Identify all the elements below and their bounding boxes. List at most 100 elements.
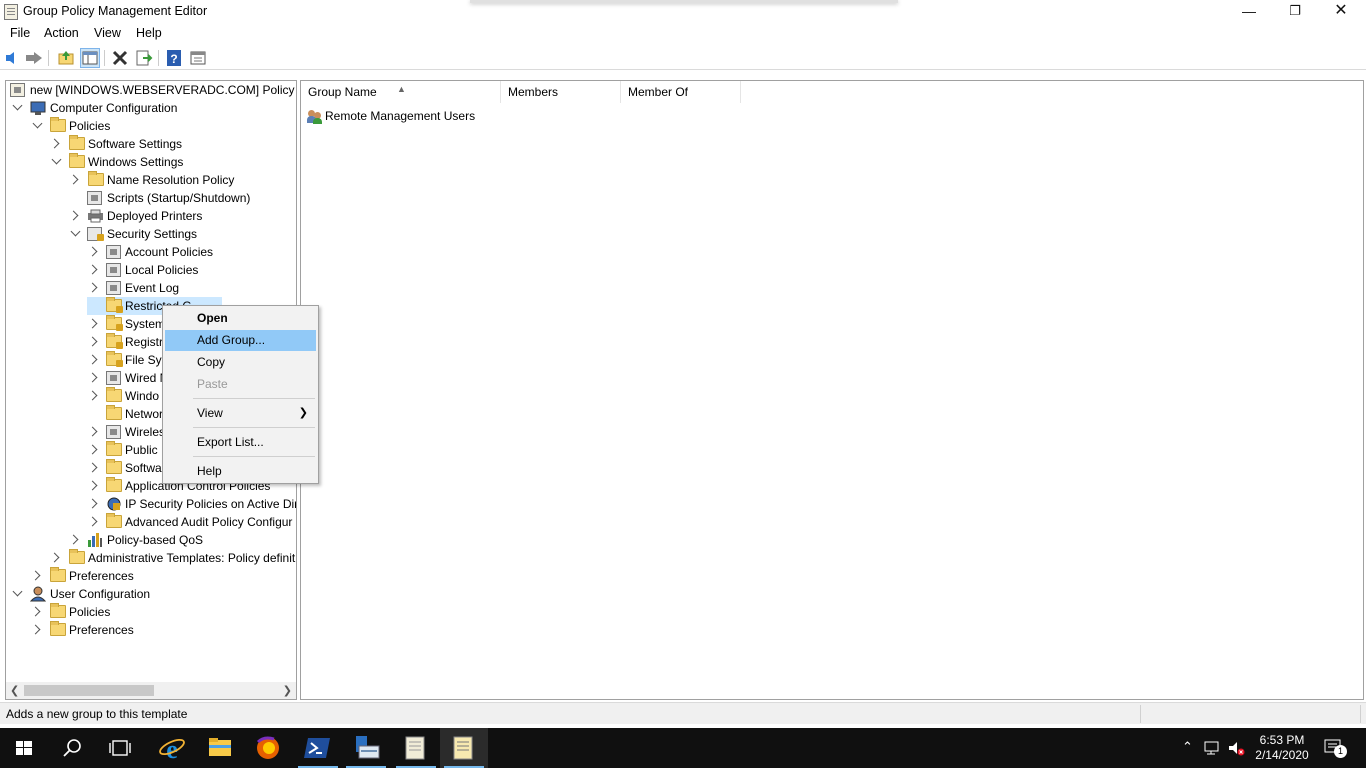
column-header-group-name[interactable]: ▲ Group Name (301, 81, 501, 103)
menu-item-copy[interactable]: Copy (165, 352, 316, 373)
tree-label: IP Security Policies on Active Dir (125, 497, 297, 511)
scroll-left-icon[interactable]: ❮ (10, 684, 19, 697)
chevron-right-icon[interactable] (87, 426, 98, 437)
volume-muted-icon[interactable] (1227, 739, 1245, 760)
chevron-right-icon[interactable] (87, 336, 98, 347)
chevron-right-icon[interactable] (68, 174, 79, 185)
horizontal-scrollbar[interactable]: ❮ ❯ (6, 682, 296, 699)
tree-label: Event Log (125, 281, 180, 295)
close-button[interactable]: ✕ (1318, 0, 1364, 24)
chevron-right-icon[interactable] (68, 534, 79, 545)
server-manager-icon[interactable] (342, 728, 390, 768)
column-label: Group Name (308, 85, 377, 99)
chevron-right-icon[interactable] (87, 246, 98, 257)
chevron-right-icon[interactable] (49, 138, 60, 149)
chevron-down-icon[interactable] (32, 118, 43, 129)
firefox-icon[interactable] (244, 728, 292, 768)
folder-icon (88, 171, 104, 186)
chevron-down-icon[interactable] (12, 586, 23, 597)
chevron-right-icon[interactable] (87, 516, 98, 527)
chevron-right-icon[interactable] (68, 210, 79, 221)
menu-help[interactable]: Help (136, 26, 162, 40)
clock-time: 6:53 PM (1259, 733, 1305, 747)
app-icon (4, 4, 18, 20)
tree-label: new [WINDOWS.WEBSERVERADC.COM] Policy (30, 83, 295, 97)
menu-view[interactable]: View (94, 26, 121, 40)
tree-label: Policies (69, 605, 111, 619)
menu-item-add-group[interactable]: Add Group... (165, 330, 316, 351)
chevron-right-icon[interactable] (87, 264, 98, 275)
tree-label: System (125, 317, 166, 331)
tree-label: Computer Configuration (50, 101, 178, 115)
locked-folder-icon (106, 297, 123, 313)
menu-file[interactable]: File (10, 26, 30, 40)
chevron-right-icon[interactable] (87, 462, 98, 473)
details-pane[interactable]: ▲ Group Name Members Member Of Remote Ma… (300, 80, 1364, 700)
menu-item-label: View (197, 406, 223, 420)
chevron-right-icon[interactable] (87, 372, 98, 383)
security-settings-icon (87, 227, 104, 241)
scripts-icon (87, 191, 102, 205)
column-header-members[interactable]: Members (501, 81, 621, 103)
menu-item-export-list[interactable]: Export List... (165, 432, 316, 453)
chevron-right-icon[interactable] (30, 606, 41, 617)
chevron-right-icon[interactable] (87, 390, 98, 401)
up-folder-icon[interactable] (56, 48, 76, 68)
scroll-right-icon[interactable]: ❯ (283, 684, 292, 697)
show-hide-tree-icon[interactable] (80, 48, 100, 68)
chevron-down-icon[interactable] (51, 154, 62, 165)
internet-explorer-icon[interactable]: e (148, 728, 196, 768)
restore-button[interactable]: ❐ (1272, 0, 1318, 24)
folder-icon (69, 153, 85, 168)
scrollbar-thumb[interactable] (24, 685, 154, 696)
back-icon[interactable] (4, 48, 24, 68)
tree-label: Windo (125, 389, 160, 403)
menu-item-view[interactable]: View ❯ (165, 403, 316, 424)
context-menu: Open Add Group... Copy Paste View ❯ Expo… (162, 305, 319, 484)
network-icon[interactable] (1203, 739, 1221, 760)
chevron-right-icon[interactable] (30, 570, 41, 581)
properties-icon[interactable] (188, 48, 208, 68)
policy-icon (106, 245, 121, 259)
tree-label: Networ (125, 407, 164, 421)
column-header-member-of[interactable]: Member Of (621, 81, 741, 103)
delete-icon[interactable] (110, 48, 130, 68)
chevron-right-icon[interactable] (87, 282, 98, 293)
task-view-icon[interactable] (96, 728, 144, 768)
clock[interactable]: 6:53 PM 2/14/2020 (1254, 733, 1310, 763)
folder-icon (50, 117, 66, 132)
chevron-right-icon[interactable] (87, 444, 98, 455)
chevron-right-icon[interactable] (49, 552, 60, 563)
title-bar: Group Policy Management Editor — ❐ ✕ (0, 0, 1366, 24)
tree-label: Local Policies (125, 263, 199, 277)
minimize-button[interactable]: — (1226, 0, 1272, 24)
forward-icon[interactable] (24, 48, 44, 68)
powershell-icon[interactable] (294, 728, 342, 768)
svg-text:e: e (166, 735, 178, 764)
tree-label: Scripts (Startup/Shutdown) (107, 191, 251, 205)
chevron-right-icon[interactable] (30, 624, 41, 635)
notepad-icon[interactable] (392, 728, 440, 768)
export-icon[interactable] (134, 48, 154, 68)
chevron-down-icon[interactable] (70, 226, 81, 237)
chevron-right-icon[interactable] (87, 318, 98, 329)
chevron-down-icon[interactable] (12, 100, 23, 111)
chevron-right-icon[interactable] (87, 480, 98, 491)
tree-label: Security Settings (107, 227, 198, 241)
file-explorer-icon[interactable] (196, 728, 244, 768)
menu-item-paste[interactable]: Paste (165, 374, 316, 395)
group-policy-editor-icon[interactable] (440, 728, 488, 768)
help-icon[interactable]: ? (164, 48, 184, 68)
windows-start-icon[interactable] (0, 728, 48, 768)
menu-item-open[interactable]: Open (165, 308, 316, 329)
chevron-right-icon[interactable] (87, 498, 98, 509)
folder-icon (106, 405, 122, 420)
menu-item-help[interactable]: Help (165, 461, 316, 482)
notifications-icon[interactable]: 1 (1324, 738, 1347, 761)
menu-action[interactable]: Action (44, 26, 79, 40)
chevron-right-icon[interactable] (87, 354, 98, 365)
printer-icon (88, 209, 103, 223)
search-icon[interactable] (48, 728, 96, 768)
show-hidden-icons-icon[interactable]: ⌃ (1182, 739, 1193, 755)
tree-label: Policy-based QoS (107, 533, 204, 547)
